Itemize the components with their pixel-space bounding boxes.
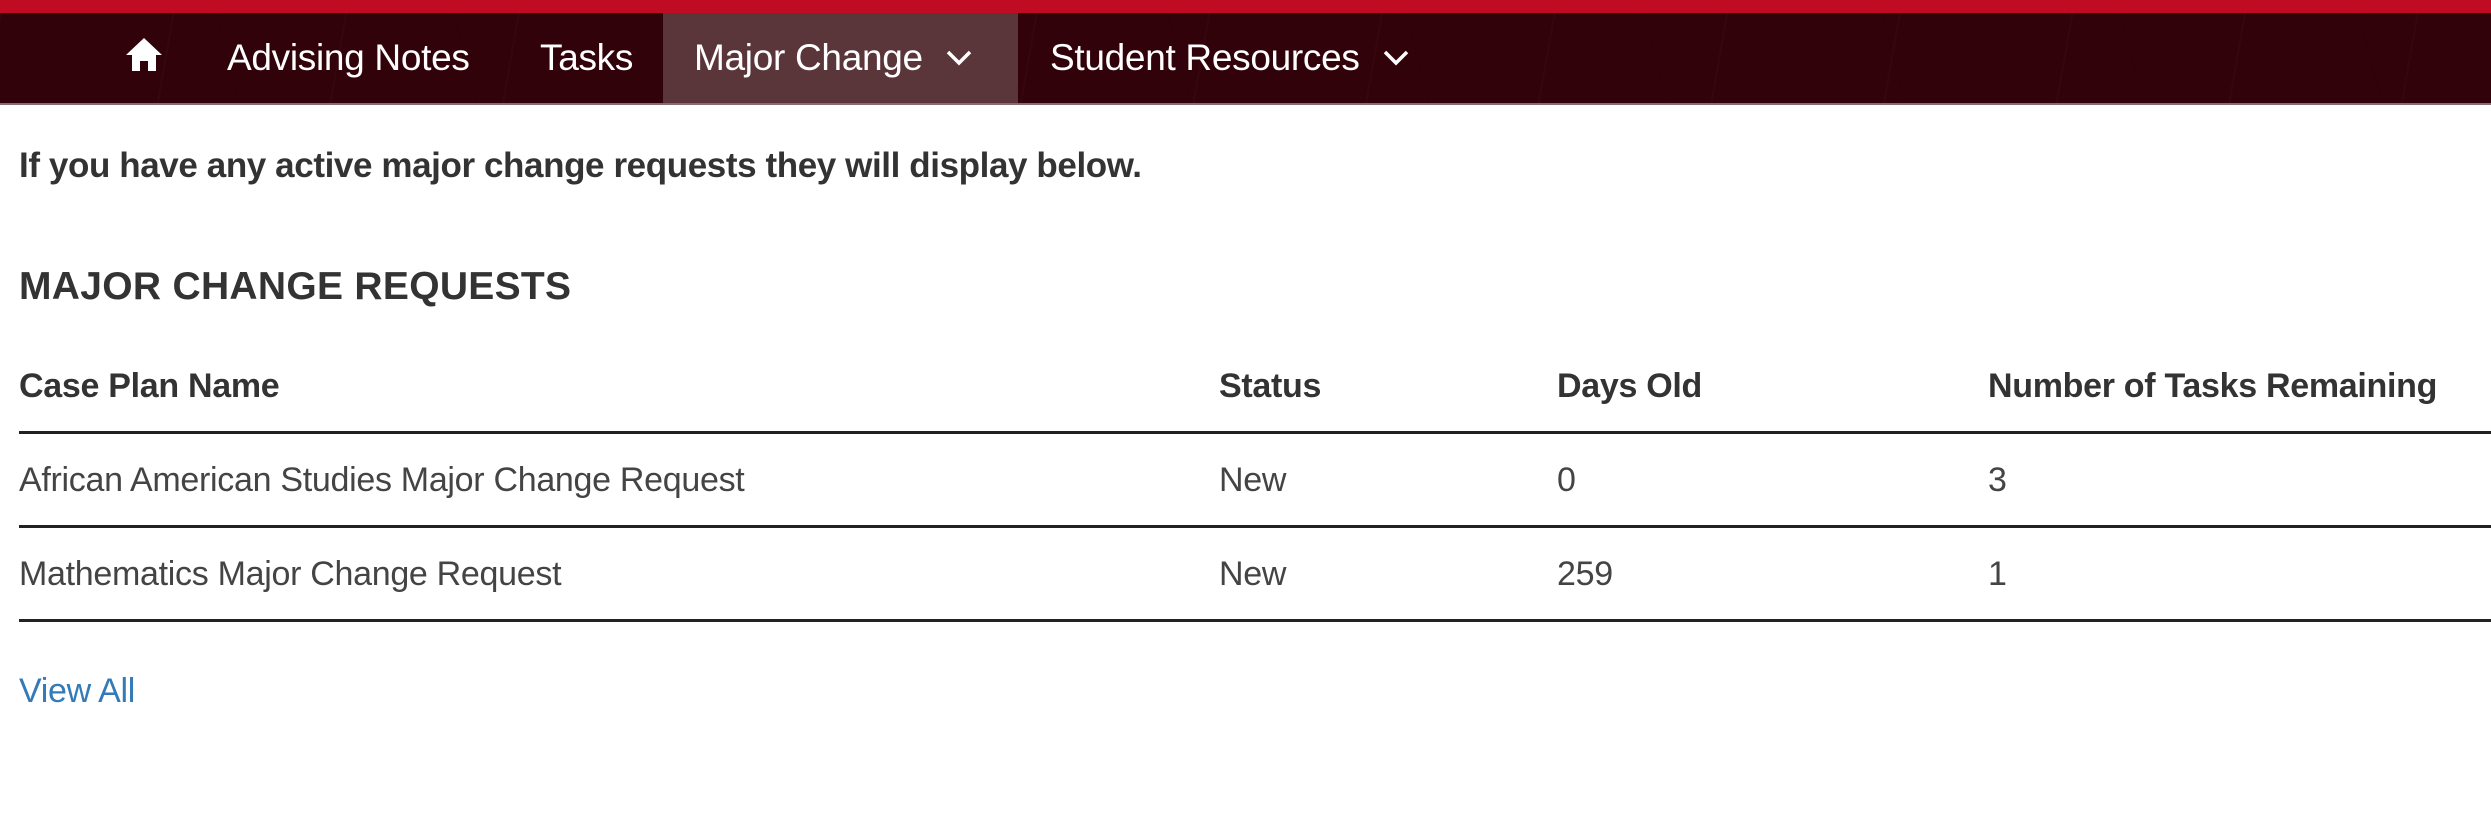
days-old-cell: 259 [1557,555,1613,593]
chevron-down-icon [1382,49,1410,67]
status-cell: New [1219,461,1287,499]
major-change-requests-table: Case Plan Name Status Days Old Number of… [19,355,2491,622]
main-navigation: Advising Notes Tasks Major Change Studen… [0,13,2491,105]
table-row: Mathematics Major Change Request New 259… [19,528,2491,622]
case-plan-link[interactable]: African American Studies Major Change Re… [19,461,745,500]
nav-item-label: Student Resources [1050,37,1360,78]
intro-text: If you have any active major change requ… [19,146,1142,185]
table-row: African American Studies Major Change Re… [19,434,2491,528]
tasks-remaining-cell: 3 [1988,461,2007,499]
case-plan-link[interactable]: Mathematics Major Change Request [19,555,562,594]
section-heading: MAJOR CHANGE REQUESTS [19,265,572,308]
column-header-days-old[interactable]: Days Old [1557,367,1702,406]
tasks-remaining-cell: 1 [1988,555,2007,593]
days-old-cell: 0 [1557,461,1576,499]
nav-home[interactable] [118,13,170,103]
column-header-tasks-remaining[interactable]: Number of Tasks Remaining [1988,367,2437,406]
nav-advising-notes[interactable]: Advising Notes [227,13,470,103]
table-header-row: Case Plan Name Status Days Old Number of… [19,355,2491,434]
nav-item-label: Major Change [694,37,923,78]
nav-student-resources[interactable]: Student Resources [1050,13,1410,103]
status-cell: New [1219,555,1287,593]
column-header-status[interactable]: Status [1219,367,1321,406]
nav-item-label: Tasks [540,37,634,78]
top-accent-band [0,0,2491,13]
column-header-case-plan-name[interactable]: Case Plan Name [19,367,280,406]
nav-major-change[interactable]: Major Change [663,13,1018,103]
home-icon [124,34,164,83]
nav-tasks[interactable]: Tasks [540,13,633,103]
view-all-link[interactable]: View All [19,672,135,711]
chevron-down-icon [945,49,973,67]
nav-item-label: Advising Notes [227,37,470,78]
